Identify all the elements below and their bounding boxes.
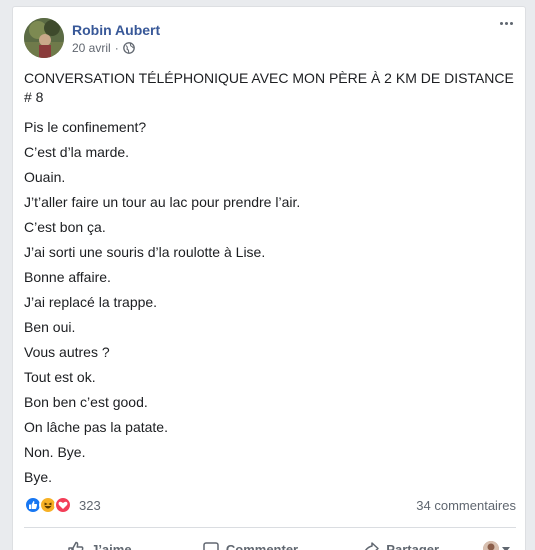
author-avatar[interactable] — [24, 18, 64, 58]
post-line: Tout est ok. — [24, 369, 96, 385]
post-body: CONVERSATION TÉLÉPHONIQUE AVEC MON PÈRE … — [24, 69, 518, 493]
post-date[interactable]: 20 avril — [72, 41, 111, 55]
post-line: Non. Bye. — [24, 444, 86, 460]
love-icon — [54, 496, 72, 514]
action-bar: J’aime Commenter Partager — [24, 533, 516, 550]
chevron-down-icon — [501, 546, 510, 550]
globe-icon[interactable] — [122, 42, 135, 54]
comment-label: Commenter — [225, 541, 299, 550]
comment-button[interactable]: Commenter — [175, 533, 326, 550]
post-line: J’t’aller faire un tour au lac pour pren… — [24, 194, 301, 210]
share-button[interactable]: Partager — [325, 533, 476, 550]
like-label: J’aime — [91, 541, 132, 550]
post-card: Robin Aubert 20 avril · CONVERSATION TÉL… — [12, 6, 526, 550]
more-options-icon[interactable] — [496, 15, 516, 31]
comment-icon — [203, 542, 219, 550]
comment-count[interactable]: 34 commentaires — [416, 498, 516, 513]
post-line: Ben oui. — [24, 319, 76, 335]
like-button[interactable]: J’aime — [24, 533, 175, 550]
post-line: Vous autres ? — [24, 344, 110, 360]
post-header: Robin Aubert 20 avril · — [13, 7, 525, 67]
post-line: On lâche pas la patate. — [24, 419, 168, 435]
reaction-icons[interactable] — [24, 496, 72, 514]
post-line: Bye. — [24, 469, 53, 485]
share-audience-selector[interactable] — [476, 541, 516, 550]
thumbs-up-icon — [68, 541, 84, 550]
user-avatar — [482, 541, 499, 550]
reaction-count[interactable]: 323 — [79, 498, 101, 513]
post-line: C’est d’la marde. — [24, 144, 130, 160]
share-label: Partager — [386, 541, 440, 550]
post-line: J’ai replacé la trappe. — [24, 294, 158, 310]
post-line: Bon ben c’est good. — [24, 394, 148, 410]
post-meta: 20 avril · — [72, 41, 135, 55]
post-line: C’est bon ça. — [24, 219, 106, 235]
action-divider — [24, 527, 516, 528]
post-line: Ouain. — [24, 169, 66, 185]
post-line: J’ai sorti une souris d’la roulotte à Li… — [24, 244, 266, 260]
share-icon — [365, 542, 380, 550]
reactions-bar: 323 34 commentaires — [24, 494, 516, 516]
meta-separator: · — [114, 41, 119, 55]
post-title: CONVERSATION TÉLÉPHONIQUE AVEC MON PÈRE … — [24, 70, 514, 105]
post-line: Pis le confinement? — [24, 119, 147, 135]
author-name[interactable]: Robin Aubert — [72, 22, 160, 38]
post-line: Bonne affaire. — [24, 269, 111, 285]
